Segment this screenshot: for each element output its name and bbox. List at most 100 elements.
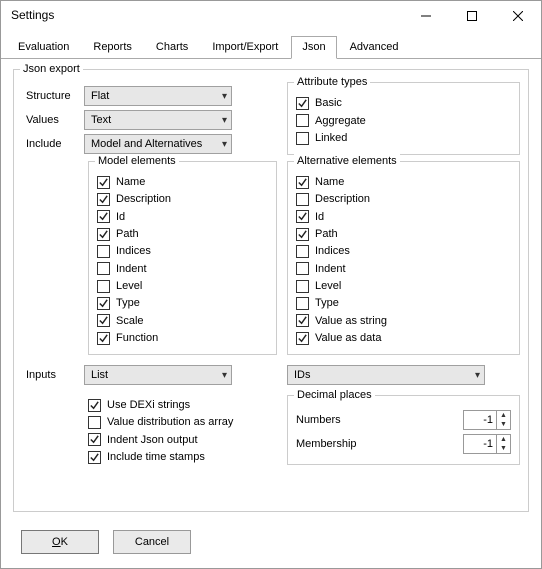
checkbox-label: Path xyxy=(315,227,338,241)
tab-reports[interactable]: Reports xyxy=(82,36,143,59)
model-scale-checkbox[interactable]: Scale xyxy=(97,314,268,328)
checkbox-box xyxy=(97,280,110,293)
attrtype-linked-checkbox[interactable]: Linked xyxy=(296,131,511,145)
checkbox-label: Name xyxy=(315,175,344,189)
values-value: Text xyxy=(91,113,111,127)
maximize-button[interactable] xyxy=(449,1,495,31)
model-description-checkbox[interactable]: Description xyxy=(97,192,268,206)
model-id-checkbox[interactable]: Id xyxy=(97,210,268,224)
checkbox-label: Linked xyxy=(315,131,347,145)
checkbox-box xyxy=(296,245,309,258)
checkbox-box xyxy=(88,433,101,446)
ok-button[interactable]: OK xyxy=(21,530,99,554)
numbers-value: -1 xyxy=(464,411,496,429)
checkbox-box xyxy=(97,193,110,206)
dialog-buttons: OK Cancel xyxy=(1,522,541,568)
alt-description-checkbox[interactable]: Description xyxy=(296,192,511,206)
opt-use-dexi-strings-checkbox[interactable]: Use DEXi strings xyxy=(88,398,277,412)
model-type-checkbox[interactable]: Type xyxy=(97,296,268,310)
checkbox-box xyxy=(296,114,309,127)
membership-spinner[interactable]: -1 ▲▼ xyxy=(463,434,511,454)
membership-label: Membership xyxy=(296,437,357,451)
include-dropdown[interactable]: Model and Alternatives ▾ xyxy=(84,134,232,154)
checkbox-box xyxy=(97,297,110,310)
checkbox-label: Basic xyxy=(315,96,342,110)
tab-charts[interactable]: Charts xyxy=(145,36,199,59)
checkbox-label: Value as string xyxy=(315,314,387,328)
checkbox-box xyxy=(296,332,309,345)
spinner-arrows[interactable]: ▲▼ xyxy=(496,435,510,453)
numbers-spinner[interactable]: -1 ▲▼ xyxy=(463,410,511,430)
checkbox-box xyxy=(296,97,309,110)
spinner-arrows[interactable]: ▲▼ xyxy=(496,411,510,429)
checkbox-box xyxy=(296,210,309,223)
chevron-down-icon: ▾ xyxy=(475,369,480,382)
inputs-id-value: IDs xyxy=(294,368,311,382)
checkbox-box xyxy=(296,228,309,241)
model-level-checkbox[interactable]: Level xyxy=(97,279,268,293)
opt-value-distribution-as-array-checkbox[interactable]: Value distribution as array xyxy=(88,415,277,429)
model-elements-fieldset: Model elements NameDescriptionIdPathIndi… xyxy=(88,161,277,355)
window-title: Settings xyxy=(11,8,403,24)
checkbox-label: Path xyxy=(116,227,139,241)
alt-path-checkbox[interactable]: Path xyxy=(296,227,511,241)
checkbox-box xyxy=(97,262,110,275)
model-indices-checkbox[interactable]: Indices xyxy=(97,244,268,258)
tab-body-json: Json export Structure Flat ▾ Values xyxy=(1,59,541,522)
decimal-places-fieldset: Decimal places Numbers -1 ▲▼ Membership xyxy=(287,395,520,465)
structure-dropdown[interactable]: Flat ▾ xyxy=(84,86,232,106)
checkbox-label: Level xyxy=(116,279,142,293)
values-dropdown[interactable]: Text ▾ xyxy=(84,110,232,130)
tab-json[interactable]: Json xyxy=(291,36,336,59)
checkbox-box xyxy=(296,262,309,275)
titlebar: Settings xyxy=(1,1,541,31)
alt-indices-checkbox[interactable]: Indices xyxy=(296,244,511,258)
attrtype-basic-checkbox[interactable]: Basic xyxy=(296,96,511,110)
opt-include-time-stamps-checkbox[interactable]: Include time stamps xyxy=(88,450,277,464)
checkbox-box xyxy=(296,132,309,145)
minimize-button[interactable] xyxy=(403,1,449,31)
chevron-down-icon: ▾ xyxy=(222,138,227,151)
attribute-types-fieldset: Attribute types BasicAggregateLinked xyxy=(287,82,520,155)
checkbox-box xyxy=(296,176,309,189)
alt-type-checkbox[interactable]: Type xyxy=(296,296,511,310)
checkbox-box xyxy=(97,228,110,241)
model-path-checkbox[interactable]: Path xyxy=(97,227,268,241)
model-elements-col: Model elements NameDescriptionIdPathIndi… xyxy=(22,161,277,361)
opt-indent-json-output-checkbox[interactable]: Indent Json output xyxy=(88,433,277,447)
alt-value-as-data-checkbox[interactable]: Value as data xyxy=(296,331,511,345)
attribute-types-legend: Attribute types xyxy=(294,75,370,89)
inputs-value: List xyxy=(91,368,108,382)
checkbox-box xyxy=(88,416,101,429)
json-export-legend: Json export xyxy=(20,62,83,76)
alt-elements-legend: Alternative elements xyxy=(294,154,400,168)
chevron-down-icon: ▾ xyxy=(222,369,227,382)
checkbox-label: Scale xyxy=(116,314,144,328)
close-button[interactable] xyxy=(495,1,541,31)
alt-name-checkbox[interactable]: Name xyxy=(296,175,511,189)
model-function-checkbox[interactable]: Function xyxy=(97,331,268,345)
checkbox-box xyxy=(88,399,101,412)
alt-value-as-string-checkbox[interactable]: Value as string xyxy=(296,314,511,328)
tab-import-export[interactable]: Import/Export xyxy=(201,36,289,59)
checkbox-box xyxy=(296,297,309,310)
alt-indent-checkbox[interactable]: Indent xyxy=(296,262,511,276)
cancel-button[interactable]: Cancel xyxy=(113,530,191,554)
model-indent-checkbox[interactable]: Indent xyxy=(97,262,268,276)
include-value: Model and Alternatives xyxy=(91,137,202,151)
checkbox-label: Value as data xyxy=(315,331,381,345)
checkbox-label: Indices xyxy=(116,244,151,258)
cancel-label: Cancel xyxy=(135,535,169,549)
tab-evaluation[interactable]: Evaluation xyxy=(7,36,80,59)
settings-window: Settings EvaluationReportsChartsImport/E… xyxy=(0,0,542,569)
alt-id-checkbox[interactable]: Id xyxy=(296,210,511,224)
inputs-id-dropdown[interactable]: IDs ▾ xyxy=(287,365,485,385)
tab-advanced[interactable]: Advanced xyxy=(339,36,410,59)
checkbox-box xyxy=(88,451,101,464)
alt-level-checkbox[interactable]: Level xyxy=(296,279,511,293)
checkbox-label: Indent Json output xyxy=(107,433,198,447)
inputs-dropdown[interactable]: List ▾ xyxy=(84,365,232,385)
attrtype-aggregate-checkbox[interactable]: Aggregate xyxy=(296,114,511,128)
alt-elements-col: Alternative elements NameDescriptionIdPa… xyxy=(287,161,520,361)
model-name-checkbox[interactable]: Name xyxy=(97,175,268,189)
